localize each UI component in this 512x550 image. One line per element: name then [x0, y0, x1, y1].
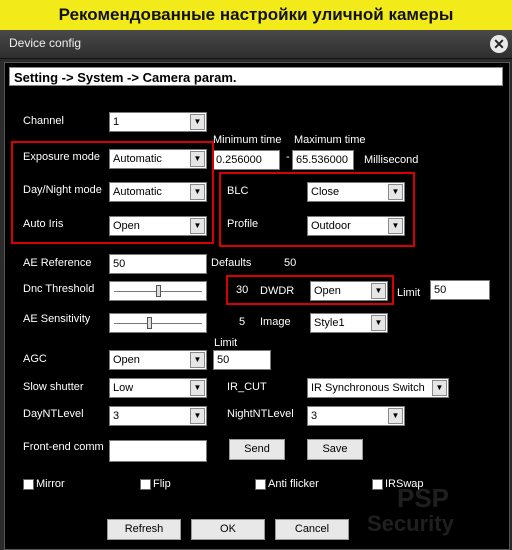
time-unit-label: Millisecond — [364, 154, 419, 166]
image-label: Image — [260, 316, 291, 328]
mirror-label: Mirror — [36, 478, 65, 490]
chevron-down-icon: ▼ — [190, 408, 205, 424]
highlight-box-dwdr — [226, 275, 394, 305]
image-select[interactable]: Style1 ▼ — [310, 313, 388, 333]
send-button[interactable]: Send — [229, 439, 285, 460]
max-time-input[interactable]: 65.536000 — [292, 150, 354, 170]
ok-button[interactable]: OK — [191, 519, 265, 540]
cancel-button[interactable]: Cancel — [275, 519, 349, 540]
night-nt-level-value: 3 — [311, 410, 318, 422]
ae-reference-input[interactable]: 50 — [109, 254, 207, 274]
settings-panel: Setting -> System -> Camera param. Chann… — [4, 62, 510, 550]
device-config-window: Device config ✕ Setting -> System -> Cam… — [0, 30, 512, 550]
anti-flicker-label: Anti flicker — [268, 478, 319, 490]
close-icon[interactable]: ✕ — [490, 35, 508, 53]
watermark-text: Security — [367, 511, 454, 536]
slider-thumb[interactable] — [147, 317, 152, 329]
time-separator: - — [286, 151, 290, 163]
ae-reference-label: AE Reference — [23, 257, 92, 269]
agc-value: Open — [113, 354, 140, 366]
agc-label: AGC — [23, 353, 47, 365]
image-value: Style1 — [314, 317, 345, 329]
agc-limit-label: Limit — [214, 337, 238, 349]
chevron-down-icon: ▼ — [190, 114, 205, 130]
mirror-checkbox[interactable] — [23, 479, 34, 490]
defaults-label: Defaults — [211, 257, 252, 269]
front-end-comm-label: Front-end comm — [23, 441, 104, 453]
front-end-comm-input[interactable] — [109, 440, 207, 462]
breadcrumb: Setting -> System -> Camera param. — [9, 67, 503, 86]
defaults-value: 50 — [284, 257, 297, 269]
watermark-logo: PSP — [397, 483, 450, 513]
day-nt-level-label: DayNTLevel — [23, 408, 84, 420]
chevron-down-icon: ▼ — [371, 315, 386, 331]
banner-title: Рекомендованные настройки уличной камеры — [0, 0, 512, 30]
dwdr-limit-input[interactable]: 50 — [430, 280, 490, 300]
ir-cut-value: IR Synchronous Switch — [311, 382, 425, 394]
min-time-input[interactable]: 0.256000 — [212, 150, 280, 170]
title-bar: Device config ✕ — [0, 30, 512, 59]
slow-shutter-label: Slow shutter — [23, 381, 84, 393]
chevron-down-icon: ▼ — [190, 380, 205, 396]
flip-label: Flip — [153, 478, 171, 490]
save-button[interactable]: Save — [307, 439, 363, 460]
agc-select[interactable]: Open ▼ — [109, 350, 207, 370]
window-title: Device config — [9, 36, 82, 50]
ae-sensitivity-slider[interactable] — [109, 313, 207, 333]
slider-thumb[interactable] — [156, 285, 161, 297]
night-nt-level-select[interactable]: 3 ▼ — [307, 406, 405, 426]
agc-limit-input[interactable]: 50 — [213, 350, 271, 370]
channel-value: 1 — [113, 116, 120, 128]
ir-cut-label: IR_CUT — [227, 381, 267, 393]
ae-sensitivity-value: 5 — [239, 316, 246, 328]
slider-track — [114, 323, 202, 324]
day-nt-level-select[interactable]: 3 ▼ — [109, 406, 207, 426]
channel-select[interactable]: 1 ▼ — [109, 112, 207, 132]
dwdr-limit-label: Limit — [397, 287, 421, 299]
slow-shutter-value: Low — [113, 382, 134, 394]
ir-cut-select[interactable]: IR Synchronous Switch ▼ — [307, 378, 449, 398]
highlight-box-blc — [219, 172, 415, 247]
refresh-button[interactable]: Refresh — [107, 519, 181, 540]
dnc-threshold-slider[interactable] — [109, 281, 207, 301]
day-nt-level-value: 3 — [113, 410, 120, 422]
channel-label: Channel — [23, 115, 64, 127]
flip-checkbox[interactable] — [140, 479, 151, 490]
min-time-label: Minimum time — [213, 134, 282, 146]
chevron-down-icon: ▼ — [388, 408, 403, 424]
max-time-label: Maximum time — [294, 134, 366, 146]
slow-shutter-select[interactable]: Low ▼ — [109, 378, 207, 398]
anti-flicker-checkbox[interactable] — [255, 479, 266, 490]
ae-sensitivity-label: AE Sensitivity — [23, 313, 91, 325]
highlight-box-exposure — [11, 141, 214, 244]
irswap-checkbox[interactable] — [372, 479, 383, 490]
night-nt-level-label: NightNTLevel — [227, 408, 294, 420]
chevron-down-icon: ▼ — [432, 380, 447, 396]
dnc-threshold-label: Dnc Threshold — [23, 283, 95, 295]
chevron-down-icon: ▼ — [190, 352, 205, 368]
